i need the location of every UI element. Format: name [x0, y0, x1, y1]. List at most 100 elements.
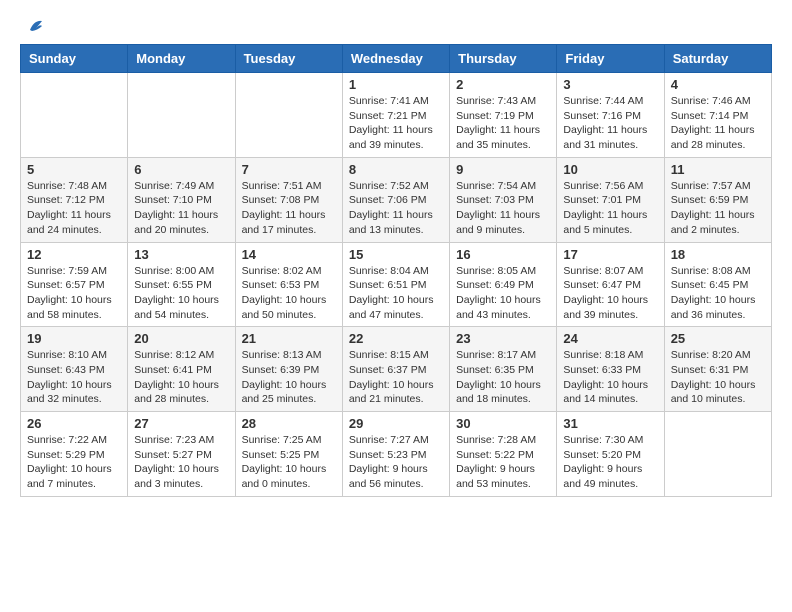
day-number: 6: [134, 162, 228, 177]
calendar-week-3: 12 Sunrise: 7:59 AM Sunset: 6:57 PM Dayli…: [21, 242, 772, 327]
calendar-cell: 27Sunrise: 7:23 AM Sunset: 5:27 PM Dayli…: [128, 412, 235, 497]
day-number: 10: [563, 162, 657, 177]
day-number: 30: [456, 416, 550, 431]
calendar-cell: 18 Sunrise: 8:08 AM Sunset: 6:45 PM Dayli…: [664, 242, 771, 327]
weekday-header-saturday: Saturday: [664, 45, 771, 73]
calendar-cell: 14 Sunrise: 8:02 AM Sunset: 6:53 PM Dayli…: [235, 242, 342, 327]
calendar-cell: 17 Sunrise: 8:07 AM Sunset: 6:47 PM Dayli…: [557, 242, 664, 327]
day-number: 5: [27, 162, 121, 177]
day-number: 22: [349, 331, 443, 346]
calendar-cell: 24 Sunrise: 8:18 AM Sunset: 6:33 PM Dayli…: [557, 327, 664, 412]
weekday-header-monday: Monday: [128, 45, 235, 73]
day-info: Sunrise: 7:27 AM Sunset: 5:23 PM Dayligh…: [349, 433, 443, 492]
day-info: Sunrise: 7:22 AM Sunset: 5:29 PM Dayligh…: [27, 433, 121, 492]
calendar-cell: 23 Sunrise: 8:17 AM Sunset: 6:35 PM Dayli…: [450, 327, 557, 412]
calendar-header-row: SundayMondayTuesdayWednesdayThursdayFrid…: [21, 45, 772, 73]
day-number: 18: [671, 247, 765, 262]
calendar-table: SundayMondayTuesdayWednesdayThursdayFrid…: [20, 44, 772, 497]
weekday-header-thursday: Thursday: [450, 45, 557, 73]
calendar-cell: 20Sunrise: 8:12 AM Sunset: 6:41 PM Dayli…: [128, 327, 235, 412]
day-number: 9: [456, 162, 550, 177]
day-info: Sunrise: 7:56 AM Sunset: 7:01 PM Dayligh…: [563, 179, 657, 238]
day-number: 12: [27, 247, 121, 262]
calendar-cell: 21Sunrise: 8:13 AM Sunset: 6:39 PM Dayli…: [235, 327, 342, 412]
page-container: SundayMondayTuesdayWednesdayThursdayFrid…: [0, 0, 792, 507]
day-info: Sunrise: 7:43 AM Sunset: 7:19 PM Dayligh…: [456, 94, 550, 153]
day-info: Sunrise: 8:04 AM Sunset: 6:51 PM Dayligh…: [349, 264, 443, 323]
calendar-cell: 19 Sunrise: 8:10 AM Sunset: 6:43 PM Dayli…: [21, 327, 128, 412]
day-number: 23: [456, 331, 550, 346]
day-number: 15: [349, 247, 443, 262]
day-number: 11: [671, 162, 765, 177]
calendar-cell: 30 Sunrise: 7:28 AM Sunset: 5:22 PM Dayli…: [450, 412, 557, 497]
day-number: 8: [349, 162, 443, 177]
calendar-cell: 5 Sunrise: 7:48 AM Sunset: 7:12 PM Daylig…: [21, 157, 128, 242]
day-info: Sunrise: 7:52 AM Sunset: 7:06 PM Dayligh…: [349, 179, 443, 238]
day-info: Sunrise: 7:54 AM Sunset: 7:03 PM Dayligh…: [456, 179, 550, 238]
day-info: Sunrise: 7:49 AM Sunset: 7:10 PM Dayligh…: [134, 179, 228, 238]
calendar-cell: 13 Sunrise: 8:00 AM Sunset: 6:55 PM Dayli…: [128, 242, 235, 327]
day-number: 28: [242, 416, 336, 431]
logo: [20, 20, 44, 34]
day-number: 24: [563, 331, 657, 346]
calendar-cell: [664, 412, 771, 497]
calendar-cell: [235, 73, 342, 158]
day-number: 25: [671, 331, 765, 346]
day-number: 7: [242, 162, 336, 177]
day-info: Sunrise: 8:02 AM Sunset: 6:53 PM Dayligh…: [242, 264, 336, 323]
calendar-cell: 11 Sunrise: 7:57 AM Sunset: 6:59 PM Dayli…: [664, 157, 771, 242]
weekday-header-wednesday: Wednesday: [342, 45, 449, 73]
day-info: Sunrise: 7:46 AM Sunset: 7:14 PM Dayligh…: [671, 94, 765, 153]
logo-bird-icon: [22, 16, 44, 38]
day-info: Sunrise: 7:41 AM Sunset: 7:21 PM Dayligh…: [349, 94, 443, 153]
calendar-cell: 1 Sunrise: 7:41 AM Sunset: 7:21 PM Daylig…: [342, 73, 449, 158]
day-info: Sunrise: 8:07 AM Sunset: 6:47 PM Dayligh…: [563, 264, 657, 323]
day-number: 21: [242, 331, 336, 346]
calendar-cell: [21, 73, 128, 158]
day-info: Sunrise: 7:59 AM Sunset: 6:57 PM Dayligh…: [27, 264, 121, 323]
calendar-cell: 16 Sunrise: 8:05 AM Sunset: 6:49 PM Dayli…: [450, 242, 557, 327]
weekday-header-tuesday: Tuesday: [235, 45, 342, 73]
day-number: 4: [671, 77, 765, 92]
day-info: Sunrise: 7:48 AM Sunset: 7:12 PM Dayligh…: [27, 179, 121, 238]
day-number: 27: [134, 416, 228, 431]
day-number: 17: [563, 247, 657, 262]
day-info: Sunrise: 8:18 AM Sunset: 6:33 PM Dayligh…: [563, 348, 657, 407]
day-info: Sunrise: 7:51 AM Sunset: 7:08 PM Dayligh…: [242, 179, 336, 238]
day-number: 13: [134, 247, 228, 262]
calendar-week-1: 1 Sunrise: 7:41 AM Sunset: 7:21 PM Daylig…: [21, 73, 772, 158]
day-info: Sunrise: 8:10 AM Sunset: 6:43 PM Dayligh…: [27, 348, 121, 407]
day-number: 1: [349, 77, 443, 92]
day-number: 2: [456, 77, 550, 92]
day-number: 16: [456, 247, 550, 262]
day-info: Sunrise: 8:08 AM Sunset: 6:45 PM Dayligh…: [671, 264, 765, 323]
day-number: 19: [27, 331, 121, 346]
calendar-cell: 10 Sunrise: 7:56 AM Sunset: 7:01 PM Dayli…: [557, 157, 664, 242]
day-info: Sunrise: 8:20 AM Sunset: 6:31 PM Dayligh…: [671, 348, 765, 407]
calendar-cell: 25 Sunrise: 8:20 AM Sunset: 6:31 PM Dayli…: [664, 327, 771, 412]
calendar-week-2: 5 Sunrise: 7:48 AM Sunset: 7:12 PM Daylig…: [21, 157, 772, 242]
day-number: 26: [27, 416, 121, 431]
calendar-cell: 31Sunrise: 7:30 AM Sunset: 5:20 PM Dayli…: [557, 412, 664, 497]
day-info: Sunrise: 8:17 AM Sunset: 6:35 PM Dayligh…: [456, 348, 550, 407]
day-info: Sunrise: 7:57 AM Sunset: 6:59 PM Dayligh…: [671, 179, 765, 238]
day-info: Sunrise: 7:28 AM Sunset: 5:22 PM Dayligh…: [456, 433, 550, 492]
day-info: Sunrise: 8:05 AM Sunset: 6:49 PM Dayligh…: [456, 264, 550, 323]
calendar-cell: 12 Sunrise: 7:59 AM Sunset: 6:57 PM Dayli…: [21, 242, 128, 327]
calendar-cell: 3Sunrise: 7:44 AM Sunset: 7:16 PM Daylig…: [557, 73, 664, 158]
calendar-cell: 28 Sunrise: 7:25 AM Sunset: 5:25 PM Dayli…: [235, 412, 342, 497]
day-info: Sunrise: 8:00 AM Sunset: 6:55 PM Dayligh…: [134, 264, 228, 323]
calendar-cell: [128, 73, 235, 158]
day-number: 14: [242, 247, 336, 262]
calendar-cell: 29 Sunrise: 7:27 AM Sunset: 5:23 PM Dayli…: [342, 412, 449, 497]
calendar-cell: 26 Sunrise: 7:22 AM Sunset: 5:29 PM Dayli…: [21, 412, 128, 497]
day-number: 20: [134, 331, 228, 346]
calendar-cell: 2 Sunrise: 7:43 AM Sunset: 7:19 PM Daylig…: [450, 73, 557, 158]
day-info: Sunrise: 7:25 AM Sunset: 5:25 PM Dayligh…: [242, 433, 336, 492]
calendar-cell: 7 Sunrise: 7:51 AM Sunset: 7:08 PM Daylig…: [235, 157, 342, 242]
day-info: Sunrise: 7:44 AM Sunset: 7:16 PM Dayligh…: [563, 94, 657, 153]
weekday-header-sunday: Sunday: [21, 45, 128, 73]
calendar-cell: 6 Sunrise: 7:49 AM Sunset: 7:10 PM Daylig…: [128, 157, 235, 242]
weekday-header-friday: Friday: [557, 45, 664, 73]
day-number: 29: [349, 416, 443, 431]
